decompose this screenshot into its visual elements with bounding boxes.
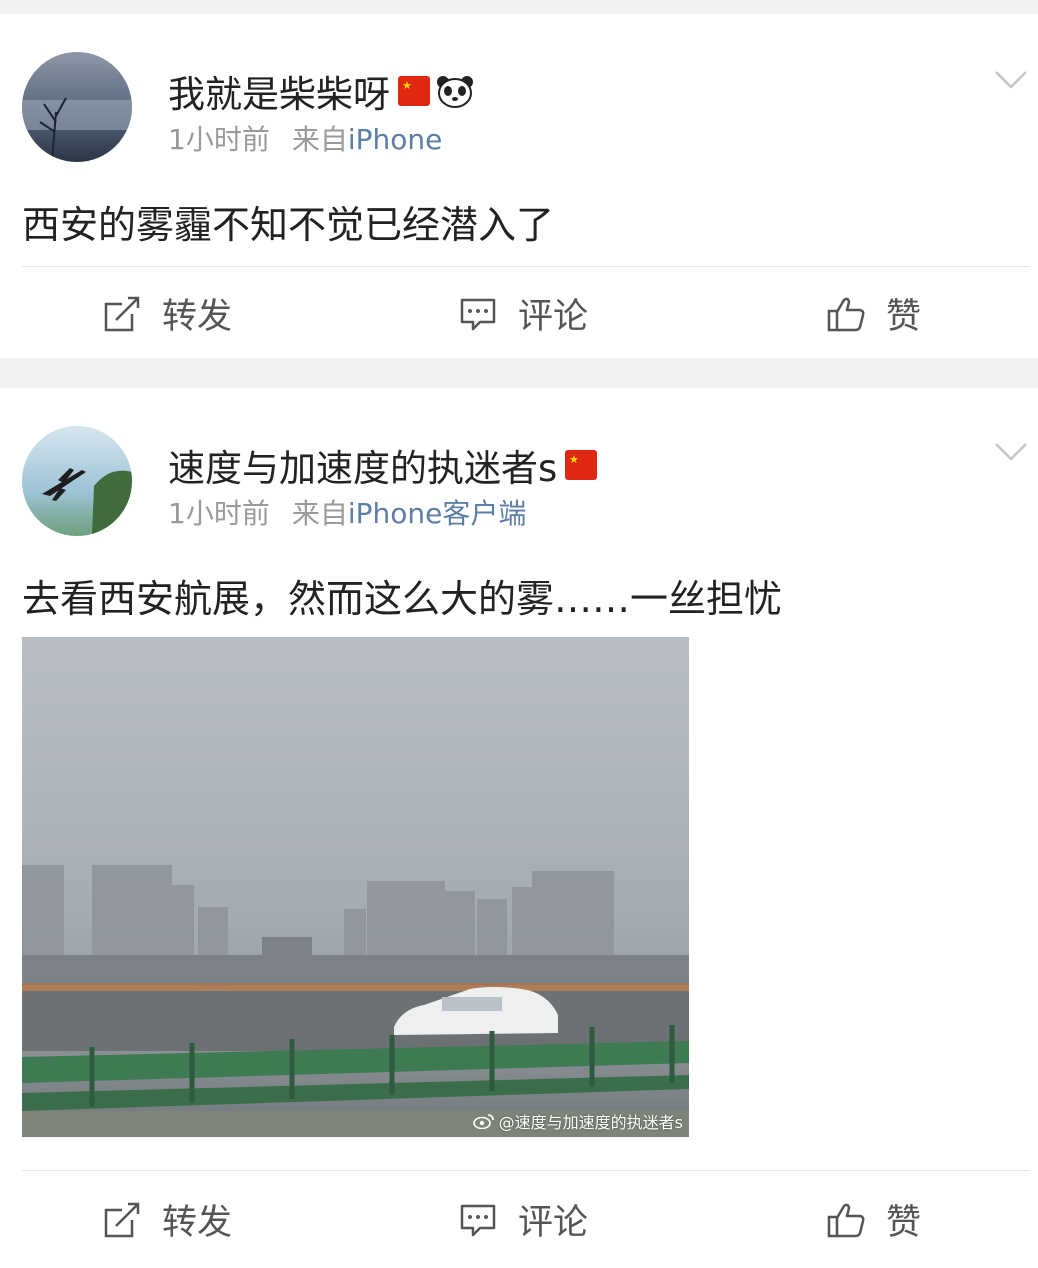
post-time: 1小时前 [168, 497, 270, 530]
post-photo[interactable]: @速度与加速度的执迷者s [22, 637, 689, 1137]
repost-icon [102, 1200, 142, 1240]
comment-label: 评论 [518, 297, 589, 337]
divider [22, 1170, 1030, 1171]
like-label: 赞 [886, 1203, 922, 1243]
comment-icon [458, 294, 498, 334]
weibo-post-2: 速度与加速度的执迷者s ★ 1小时前 来自iPhone客户端 去看西安航展，然而这… [0, 388, 1038, 1268]
post-meta: 1小时前 来自iPhone客户端 [168, 492, 526, 532]
avatar[interactable] [22, 52, 132, 162]
repost-label: 转发 [162, 297, 233, 337]
image-watermark: @速度与加速度的执迷者s [472, 1109, 683, 1133]
avatar[interactable] [22, 426, 132, 536]
source-label: 来自 [291, 497, 348, 530]
comment-button[interactable]: 评论 [458, 1194, 588, 1245]
comment-button[interactable]: 评论 [458, 288, 588, 339]
username[interactable]: 速度与加速度的执迷者s ★ [168, 438, 598, 492]
like-button[interactable]: 赞 [826, 288, 921, 339]
source-device[interactable]: iPhone [348, 123, 443, 156]
post-text: 去看西安航展，然而这么大的雾……一丝担忧 [22, 577, 783, 621]
watermark-text: @速度与加速度的执迷者s [498, 1113, 683, 1132]
source-label: 来自 [291, 123, 348, 156]
repost-label: 转发 [162, 1203, 233, 1243]
post-text: 西安的雾霾不知不觉已经潜入了 [22, 203, 555, 247]
source-device[interactable]: iPhone客户端 [348, 497, 527, 530]
like-button[interactable]: 赞 [826, 1194, 921, 1245]
username-text[interactable]: 速度与加速度的执迷者s [168, 438, 557, 492]
username-text[interactable]: 我就是柴柴呀 [168, 64, 390, 118]
comment-label: 评论 [518, 1203, 589, 1243]
weibo-post-1: 我就是柴柴呀 ★ 1小时前来自iPhone 西安的雾霾不知不觉已经潜入了 转发 [0, 14, 1038, 358]
divider [22, 266, 1030, 267]
like-label: 赞 [886, 297, 922, 337]
china-flag-icon: ★ [398, 76, 430, 106]
username[interactable]: 我就是柴柴呀 ★ [168, 64, 474, 118]
comment-icon [458, 1200, 498, 1240]
svg-text:★: ★ [402, 79, 412, 92]
repost-button[interactable]: 转发 [102, 1194, 232, 1245]
weibo-logo-icon [472, 1113, 495, 1129]
chevron-down-icon[interactable] [994, 70, 1028, 90]
post-meta: 1小时前 来自iPhone [168, 118, 442, 158]
repost-icon [102, 294, 142, 334]
thumbs-up-icon [826, 294, 866, 334]
svg-text:★: ★ [569, 453, 579, 466]
chevron-down-icon[interactable] [994, 442, 1028, 462]
thumbs-up-icon [826, 1200, 866, 1240]
post-time: 1小时前 [168, 123, 270, 156]
repost-button[interactable]: 转发 [102, 288, 232, 339]
panda-icon [436, 74, 474, 108]
china-flag-icon: ★ [565, 450, 598, 480]
